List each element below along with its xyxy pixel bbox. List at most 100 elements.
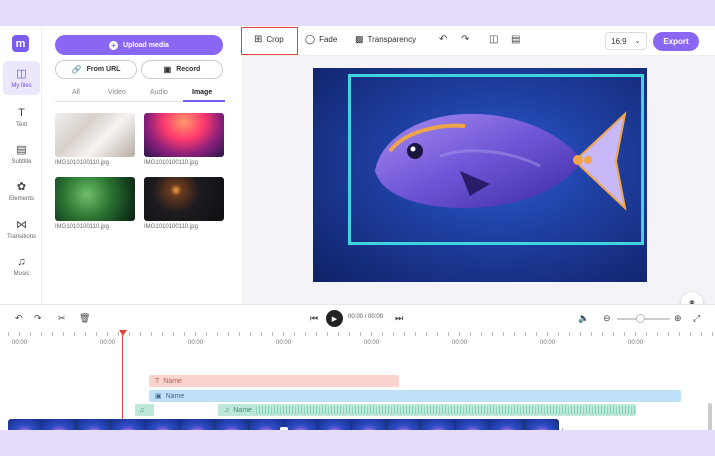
ruler-tick xyxy=(668,332,669,336)
tab-audio[interactable]: Audio xyxy=(150,89,168,96)
ruler-tick xyxy=(305,332,306,336)
tab-image[interactable]: Image xyxy=(192,89,212,96)
elements-icon: ✿ xyxy=(16,180,27,193)
ruler-tick xyxy=(558,332,559,336)
video-frame-thumbnail xyxy=(283,419,318,430)
ruler-tick xyxy=(404,332,405,336)
undo-icon[interactable]: ↶ xyxy=(15,313,23,324)
crop-button[interactable]: ⊞ Crop xyxy=(254,34,284,45)
record-button[interactable]: ▣ Record xyxy=(141,60,223,79)
ruler-tick xyxy=(701,332,702,336)
media-thumbnail[interactable] xyxy=(144,177,224,221)
nav-item-subtitle[interactable]: ▤ Subtitle xyxy=(3,137,40,171)
tab-video[interactable]: Video xyxy=(108,89,126,96)
ruler-tick xyxy=(272,332,273,336)
my-files-icon: ◫ xyxy=(16,67,27,80)
split-icon[interactable]: ✂ xyxy=(58,313,66,324)
media-thumbnail[interactable] xyxy=(55,113,135,157)
tab-all[interactable]: All xyxy=(72,89,80,96)
video-frame-thumbnail xyxy=(180,419,215,430)
volume-icon[interactable]: 🔈 xyxy=(578,313,589,324)
music-note-icon: ♫ xyxy=(139,406,145,414)
play-button[interactable]: ▶ xyxy=(326,310,343,327)
nav-item-elements[interactable]: ✿ Elements xyxy=(3,174,40,208)
crop-label: Crop xyxy=(266,35,284,44)
nav-item-label: Subtitle xyxy=(11,158,32,165)
playhead xyxy=(122,335,123,427)
ruler-tick xyxy=(492,332,493,336)
upload-media-button[interactable]: + Upload media xyxy=(55,35,223,55)
vertical-scrollbar[interactable] xyxy=(708,403,712,430)
nav-item-text[interactable]: T Text xyxy=(3,100,40,134)
export-button[interactable]: Export xyxy=(653,32,699,51)
skip-back-icon[interactable]: ⏮ xyxy=(310,313,318,324)
nav-item-label: My files xyxy=(11,82,32,89)
video-canvas[interactable] xyxy=(313,68,647,282)
ruler-tick xyxy=(327,332,328,336)
ruler-tick xyxy=(591,332,592,336)
media-thumbnail[interactable] xyxy=(55,177,135,221)
ruler-tick xyxy=(657,332,658,336)
nav-item-transitions[interactable]: ⋈ Transitions xyxy=(3,212,40,246)
transparency-button[interactable]: ▩ Transparency xyxy=(355,34,416,45)
audio-track-small[interactable]: ♫ xyxy=(135,404,154,416)
nav-item-my-files[interactable]: ◫ My files xyxy=(3,61,40,95)
ruler-tick xyxy=(316,332,317,336)
rotate-right-icon[interactable]: ↷ xyxy=(461,34,469,45)
skip-forward-icon[interactable]: ⏭ xyxy=(395,313,403,324)
audio-track[interactable]: ♫ Name xyxy=(218,404,636,416)
thumbnail-caption: IMG1010100110.jpg xyxy=(144,160,198,166)
ruler-tick xyxy=(382,332,383,336)
zoom-in-icon[interactable]: ⊕ xyxy=(674,313,682,324)
ruler-tick xyxy=(338,332,339,336)
ruler-tick xyxy=(184,332,185,336)
rotate-left-icon[interactable]: ↶ xyxy=(439,34,447,45)
ruler-tick xyxy=(580,332,581,336)
add-clip-icon[interactable]: + xyxy=(560,426,565,430)
nav-item-label: Music xyxy=(13,270,30,277)
zoom-slider-knob[interactable] xyxy=(636,314,645,323)
ruler-tick xyxy=(206,332,207,336)
ruler-tick xyxy=(514,332,515,336)
crop-frame[interactable] xyxy=(348,74,644,245)
collapse-icon[interactable]: ⤢ xyxy=(693,313,700,324)
text-track-label: Name xyxy=(163,377,182,385)
ruler-tick xyxy=(129,332,130,336)
transition-marker-icon[interactable]: ⋈ xyxy=(280,427,288,430)
video-frame-thumbnail xyxy=(386,419,422,430)
ruler-tick xyxy=(459,332,460,336)
music-icon: ♫ xyxy=(17,255,26,268)
ruler-tick xyxy=(569,332,570,336)
play-icon: ▶ xyxy=(331,315,338,323)
active-tab-indicator xyxy=(183,100,225,102)
ruler-tick xyxy=(228,332,229,336)
fade-icon: ◯ xyxy=(305,34,316,44)
image-track[interactable]: ▣ Name xyxy=(149,390,681,402)
ruler-label: 00:00 xyxy=(276,340,292,346)
ruler-tick xyxy=(679,332,680,336)
from-url-button[interactable]: 🔗 From URL xyxy=(55,60,137,79)
nav-item-label: Transitions xyxy=(6,233,37,240)
time-ruler[interactable]: 00:00 00:00 00:00 00:00 00:00 00:00 00:00 00:00 xyxy=(0,332,715,350)
record-label: Record xyxy=(176,66,201,73)
record-icon: ▣ xyxy=(163,65,172,74)
ruler-tick xyxy=(261,332,262,336)
redo-icon[interactable]: ↷ xyxy=(34,313,42,324)
subtitle-icon: ▤ xyxy=(16,143,27,156)
plus-icon: + xyxy=(109,40,119,50)
thumbnail-caption: IMG1010100110.jpg xyxy=(55,160,109,166)
media-thumbnail[interactable] xyxy=(144,113,224,157)
aspect-ratio-value: 16:9 xyxy=(611,36,627,46)
video-frame-thumbnail xyxy=(214,419,250,430)
ruler-label: 00:00 xyxy=(12,340,28,346)
text-track[interactable]: T Name xyxy=(149,375,399,387)
flip-horizontal-icon[interactable]: ◫ xyxy=(489,34,498,45)
zoom-out-icon[interactable]: ⊖ xyxy=(603,313,611,324)
aspect-ratio-select[interactable]: 16:9 ⌄ xyxy=(605,32,647,50)
crop-icon: ⊞ xyxy=(254,34,263,45)
fade-button[interactable]: ◯ Fade xyxy=(305,34,337,45)
nav-item-music[interactable]: ♫ Music xyxy=(3,249,40,283)
flip-vertical-icon[interactable]: ▤ xyxy=(511,34,520,45)
playhead-handle[interactable] xyxy=(119,330,127,336)
delete-icon[interactable]: 🗑 xyxy=(79,313,90,324)
